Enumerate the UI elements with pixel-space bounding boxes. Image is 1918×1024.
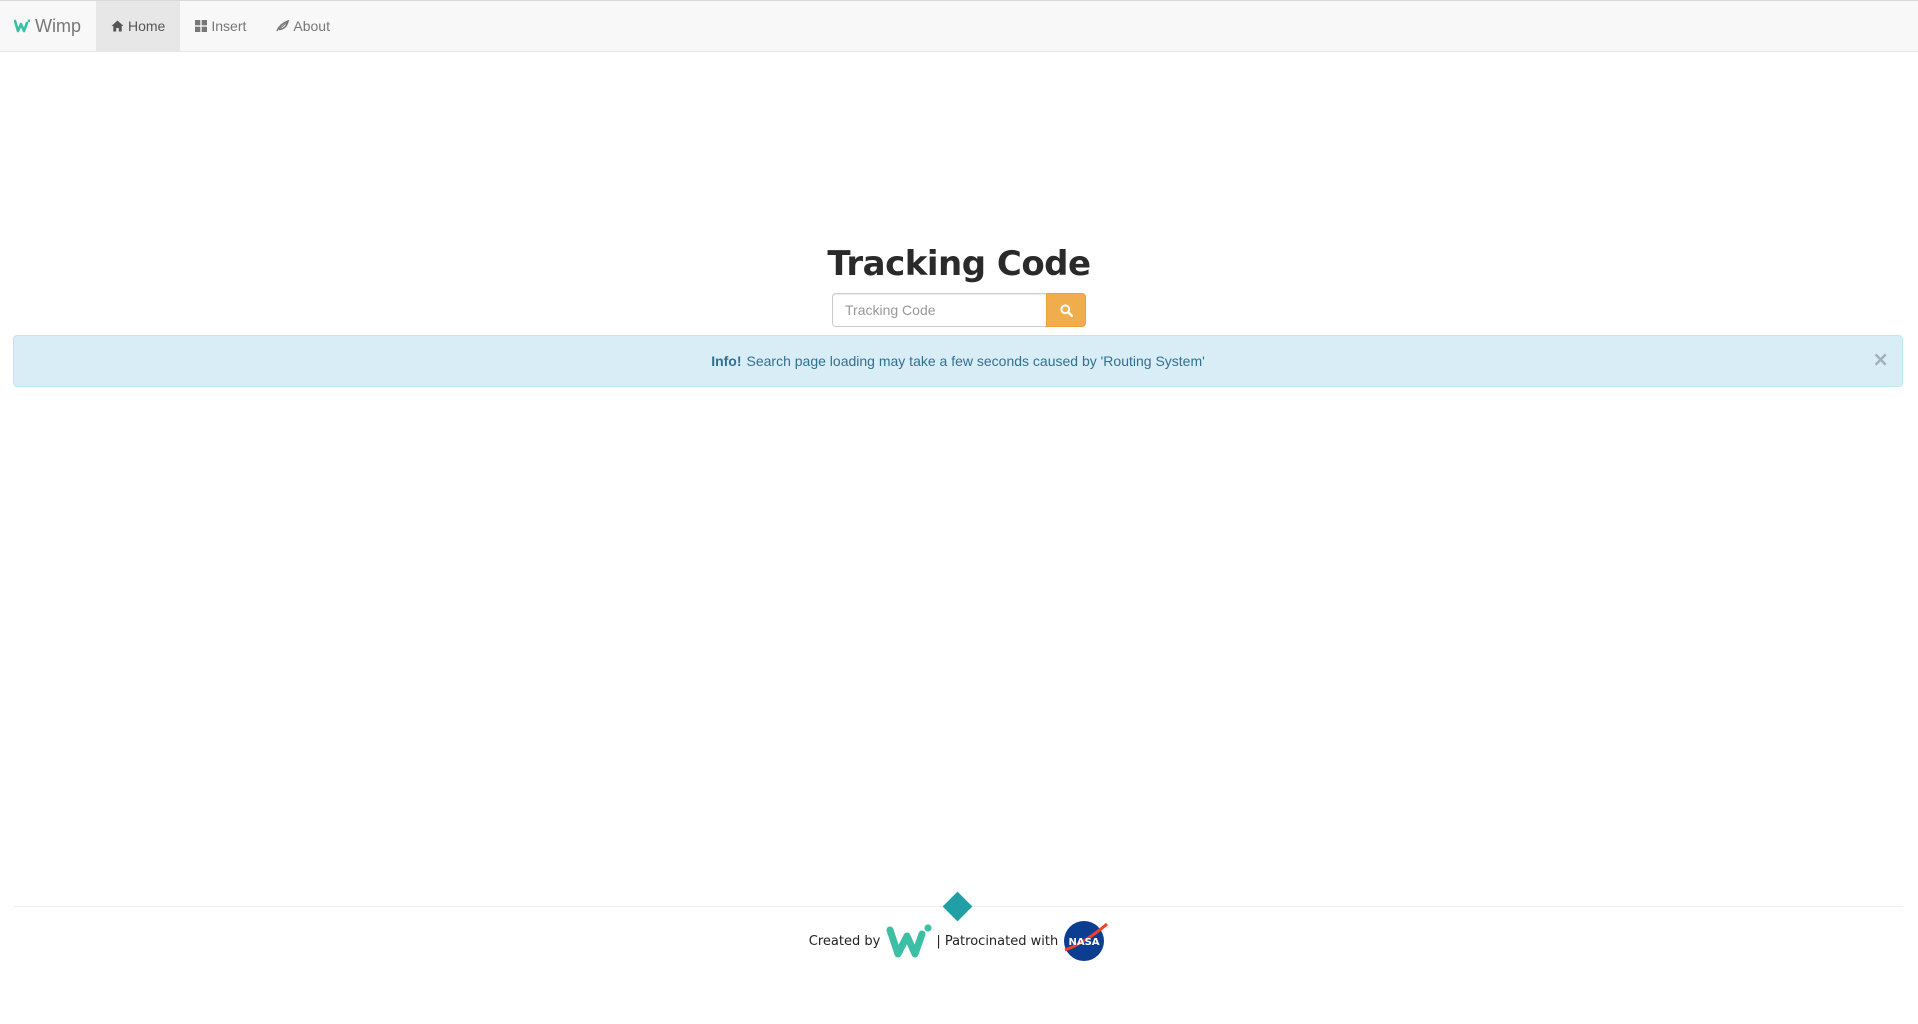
top-navbar: Wimp Home Insert About: [0, 0, 1918, 52]
brand-label: Wimp: [35, 15, 81, 36]
tracking-code-input[interactable]: [832, 293, 1046, 327]
leaf-icon: [276, 20, 290, 32]
nav-item-insert[interactable]: Insert: [180, 1, 261, 51]
nav-item-insert-label: Insert: [211, 18, 247, 34]
search-icon: [1059, 303, 1073, 317]
alert-message: Search page loading may take a few secon…: [746, 353, 1205, 369]
nav-item-home[interactable]: Home: [96, 1, 181, 51]
alert-heading: Info!: [711, 353, 742, 369]
wi-logo-icon: [886, 922, 932, 960]
brand-link[interactable]: Wimp: [0, 1, 96, 51]
footer-created-by: Created by: [808, 933, 881, 949]
svg-text:NASA: NASA: [1069, 937, 1100, 948]
nav-item-about[interactable]: About: [261, 1, 345, 51]
page-footer: Created by | Patrocinated with NASA: [0, 920, 1918, 962]
diamond-ornament-icon: [942, 891, 973, 922]
info-alert: Info! Search page loading may take a few…: [13, 335, 1903, 387]
nav-item-about-label: About: [293, 18, 330, 34]
nav-item-home-label: Home: [128, 18, 166, 34]
search-button[interactable]: [1046, 293, 1086, 327]
tracking-search-group: [832, 293, 1086, 327]
footer-patrocinated: | Patrocinated with: [936, 933, 1059, 949]
grid-icon: [195, 20, 208, 32]
home-icon: [111, 20, 124, 32]
page-title: Tracking Code: [827, 244, 1091, 284]
hero-section: Tracking Code: [0, 240, 1918, 288]
nasa-logo-icon: NASA: [1063, 920, 1109, 962]
wimp-logo-icon: [14, 19, 30, 33]
alert-close-button[interactable]: ×: [1872, 349, 1889, 369]
